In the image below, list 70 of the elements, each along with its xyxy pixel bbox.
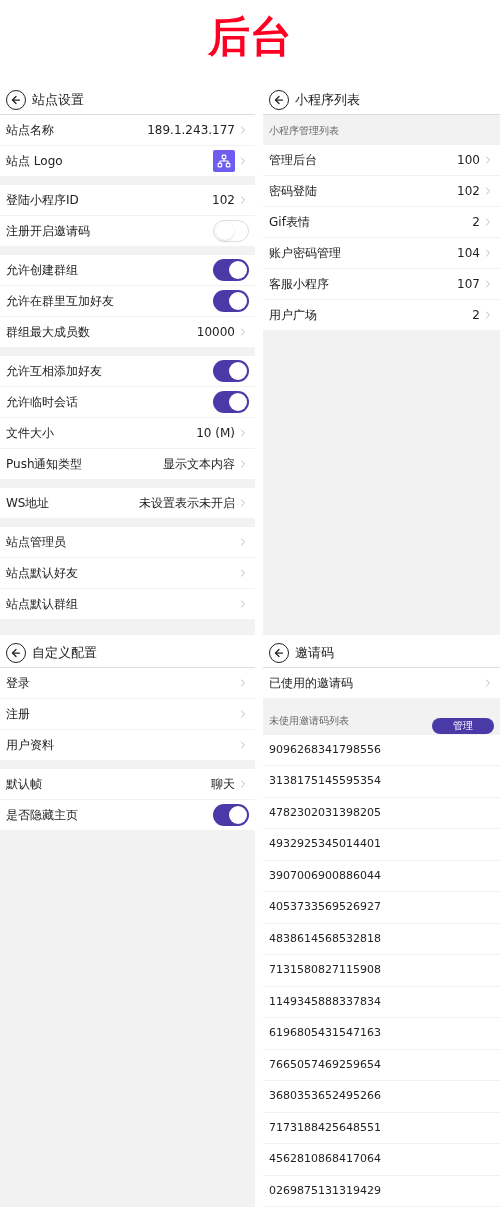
setting-label: 已使用的邀请码 <box>269 675 353 692</box>
toggle-switch[interactable] <box>213 360 249 382</box>
invite-code: 4562810868417064 <box>269 1151 381 1167</box>
setting-label: 管理后台 <box>269 152 317 169</box>
setting-label: 允许在群里互加好友 <box>6 293 114 310</box>
setting-value: 104 <box>457 245 480 262</box>
manage-button[interactable]: 管理 <box>432 717 494 734</box>
toggle-switch[interactable] <box>213 259 249 281</box>
setting-label: WS地址 <box>6 495 50 512</box>
setting-label: 客服小程序 <box>269 276 329 293</box>
setting-label: 文件大小 <box>6 425 54 442</box>
invite-code: 7665057469259654 <box>269 1056 381 1073</box>
invite-code: 6196805431547163 <box>269 1025 381 1041</box>
setting-label: 站点默认好友 <box>6 565 78 582</box>
setting-label: 站点 Logo <box>6 153 63 170</box>
invite-code: 7131580827115908 <box>269 962 381 978</box>
setting-label: 注册 <box>6 706 30 723</box>
invite-code: 7173188425648551 <box>269 1119 381 1136</box>
invite-code: 4838614568532818 <box>269 930 381 947</box>
setting-label: Gif表情 <box>269 214 310 231</box>
invite-code: 0269875131319429 <box>269 1182 381 1199</box>
setting-label: 站点管理员 <box>6 534 66 551</box>
setting-value: 聊天 <box>211 776 235 793</box>
setting-label: 允许临时会话 <box>6 394 78 411</box>
page-title: 小程序列表 <box>295 90 360 109</box>
setting-label: 用户广场 <box>269 307 317 324</box>
setting-value: 102 <box>212 192 235 209</box>
setting-label: 登录 <box>6 675 30 692</box>
invite-code: 4782302031398205 <box>269 804 381 821</box>
setting-value: 未设置表示未开启 <box>139 495 235 512</box>
toggle-switch[interactable] <box>213 804 249 826</box>
section-header: 未使用邀请码列表 <box>269 714 349 729</box>
invite-code: 4932925345014401 <box>269 836 381 852</box>
invite-code: 3680353652495266 <box>269 1088 381 1104</box>
setting-value: 102 <box>457 183 480 200</box>
logo-image <box>213 150 235 172</box>
toggle-switch[interactable] <box>213 290 249 312</box>
setting-label: 默认帧 <box>6 776 42 793</box>
setting-label: Push通知类型 <box>6 456 83 473</box>
setting-label: 是否隐藏主页 <box>6 807 78 824</box>
setting-label: 允许创建群组 <box>6 262 78 279</box>
invite-code: 1149345888337834 <box>269 993 381 1010</box>
setting-label: 密码登陆 <box>269 183 317 200</box>
setting-label: 站点默认群组 <box>6 596 78 613</box>
setting-value: 10000 <box>196 324 235 341</box>
setting-value: 2 <box>472 214 480 231</box>
toggle-switch[interactable] <box>213 220 249 242</box>
invite-code: 3138175145595354 <box>269 773 381 789</box>
page-title: 自定义配置 <box>32 643 97 662</box>
setting-label: 站点名称 <box>6 122 54 139</box>
page-title: 站点设置 <box>32 90 84 109</box>
setting-label: 群组最大成员数 <box>6 324 90 341</box>
setting-label: 登陆小程序ID <box>6 192 79 209</box>
invite-code: 9096268341798556 <box>269 741 381 758</box>
setting-label: 允许互相添加好友 <box>6 363 102 380</box>
setting-label: 账户密码管理 <box>269 245 341 262</box>
invite-code: 3907006900886044 <box>269 867 381 884</box>
setting-value: 2 <box>472 307 480 324</box>
section-header: 小程序管理列表 <box>269 123 339 138</box>
invite-code: 4053733569526927 <box>269 899 381 915</box>
setting-value: 100 <box>457 152 480 169</box>
page-heading: 后台 <box>208 16 292 58</box>
setting-value: 107 <box>457 276 480 293</box>
page-title: 邀请码 <box>295 643 334 662</box>
setting-value: 189.1.243.177 <box>147 122 235 139</box>
setting-label: 注册开启邀请码 <box>6 223 90 240</box>
setting-label: 用户资料 <box>6 737 54 754</box>
setting-value: 10 (M) <box>196 425 235 442</box>
toggle-switch[interactable] <box>213 391 249 413</box>
setting-value: 显示文本内容 <box>163 456 235 473</box>
